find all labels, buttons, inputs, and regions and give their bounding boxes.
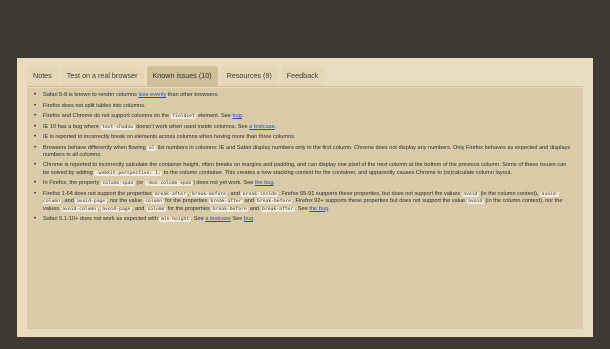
issue-text: .: [241, 113, 244, 119]
issue-item: Browsers behave differently when flowing…: [33, 145, 573, 160]
code-snippet: break-after: [153, 191, 188, 197]
issue-text: . See: [190, 216, 206, 223]
issue-text: for the properties: [163, 198, 210, 205]
issue-item: Firefox 1-64 does not support the proper…: [33, 191, 573, 213]
code-snippet: break-after: [260, 206, 295, 212]
issue-link[interactable]: the bug: [309, 206, 328, 212]
tab-test-on-real-browser[interactable]: Test on a real browser: [60, 66, 144, 86]
issue-link[interactable]: a testcase: [205, 216, 231, 222]
issue-link[interactable]: bug: [244, 216, 253, 222]
tabbed-panel: Notes Test on a real browser Known issue…: [17, 58, 593, 337]
issue-text: . Firefox 92+ supports these properties …: [292, 198, 467, 205]
code-snippet: text-shadow: [100, 124, 135, 130]
code-snippet: break-inside: [241, 191, 279, 197]
code-snippet: -moz-column-span: [144, 181, 193, 187]
issue-text: . See: [294, 205, 310, 212]
issue-text: . Firefox 65-91 supports these propertie…: [278, 190, 462, 197]
tab-feedback[interactable]: Feedback: [280, 66, 325, 86]
code-snippet: avoid: [461, 191, 479, 197]
issue-text: .: [327, 205, 330, 212]
code-snippet: min-height: [159, 217, 191, 223]
issue-text: , and: [227, 190, 242, 197]
issue-link[interactable]: bug: [232, 113, 241, 119]
tab-divider: [27, 86, 583, 87]
issue-text: doesn't work when used inside columns. S…: [134, 123, 250, 130]
issue-text: .: [274, 123, 277, 130]
code-snippet: avoid-page: [100, 206, 132, 212]
issue-item: Safari 5.1-10+ does not work as expected…: [33, 216, 573, 224]
issue-text: (or: [134, 180, 145, 187]
issue-item: Chrome is reported to incorrectly calcul…: [33, 162, 573, 177]
issue-text: , and: [61, 198, 76, 205]
code-snippet: break-before: [255, 199, 293, 205]
issue-text: Browsers behave differently when flowing: [43, 144, 148, 151]
issue-text: In Firefox, the property: [43, 180, 101, 187]
code-snippet: avoid-page: [75, 199, 107, 205]
issue-text: , and: [131, 205, 146, 212]
issue-text: and: [248, 205, 261, 212]
issue-link[interactable]: a testcase: [249, 124, 275, 130]
code-snippet: ol: [147, 145, 157, 151]
code-snippet: column: [143, 199, 164, 205]
code-snippet: fieldset: [170, 114, 197, 119]
issue-text: than other browsers.: [166, 92, 219, 98]
issue-text: , nor the value: [106, 198, 144, 205]
issue-text: .: [253, 216, 255, 223]
issue-text: Safari 5-8 is known to render columns: [43, 92, 139, 98]
issue-text: for the properties: [165, 205, 212, 212]
code-snippet: column: [145, 206, 166, 212]
issue-text: Firefox does not split tables into colum…: [43, 102, 146, 109]
code-snippet: column-span: [100, 181, 135, 187]
issue-link[interactable]: the bug: [255, 180, 274, 186]
issue-text: Safari 5.1-10+ does not work as expected…: [43, 216, 160, 223]
known-issues-content: Safari 5-8 is known to render columns le…: [27, 88, 583, 329]
code-snippet: avoid: [466, 199, 484, 205]
issue-text: to the column container. This creates a …: [162, 169, 512, 176]
issue-text: IE is reported to incorrectly break on e…: [43, 134, 296, 140]
issue-text: IE 10 has a bug where: [43, 123, 101, 130]
issue-text: (in the column context),: [478, 190, 541, 197]
issue-item: IE 10 has a bug where text-shadow doesn'…: [33, 123, 573, 132]
tab-bar: Notes Test on a real browser Known issue…: [27, 64, 583, 86]
issues-list: Safari 5-8 is known to render columns le…: [33, 92, 573, 224]
issue-text: See: [230, 216, 244, 223]
code-snippet: break-before: [190, 191, 228, 197]
issue-item: Safari 5-8 is known to render columns le…: [33, 92, 573, 100]
tab-notes[interactable]: Notes: [27, 66, 58, 86]
code-snippet: break-after: [209, 199, 244, 205]
issue-text: and: [243, 198, 256, 205]
tab-resources[interactable]: Resources (9): [220, 66, 278, 86]
issue-item: IE is reported to incorrectly break on e…: [33, 134, 573, 142]
issue-text: element. See: [196, 113, 233, 119]
issue-text: Firefox and Chrome do not support column…: [43, 113, 171, 119]
code-snippet: -webkit-perspective: 1;: [94, 170, 163, 176]
issue-item: In Firefox, the property column-span (or…: [33, 180, 573, 188]
issue-link[interactable]: less evenly: [138, 92, 166, 98]
issue-text: ) does not yet work. See: [192, 180, 255, 187]
code-snippet: break-before: [211, 206, 249, 212]
issue-item: Firefox and Chrome do not support column…: [33, 113, 573, 121]
issue-text: .: [273, 180, 276, 187]
issue-item: Firefox does not split tables into colum…: [33, 102, 573, 111]
code-snippet: avoid-column: [60, 206, 98, 212]
tab-known-issues[interactable]: Known issues (10): [146, 66, 218, 86]
issue-text: Firefox 1-64 does not support the proper…: [43, 190, 154, 197]
